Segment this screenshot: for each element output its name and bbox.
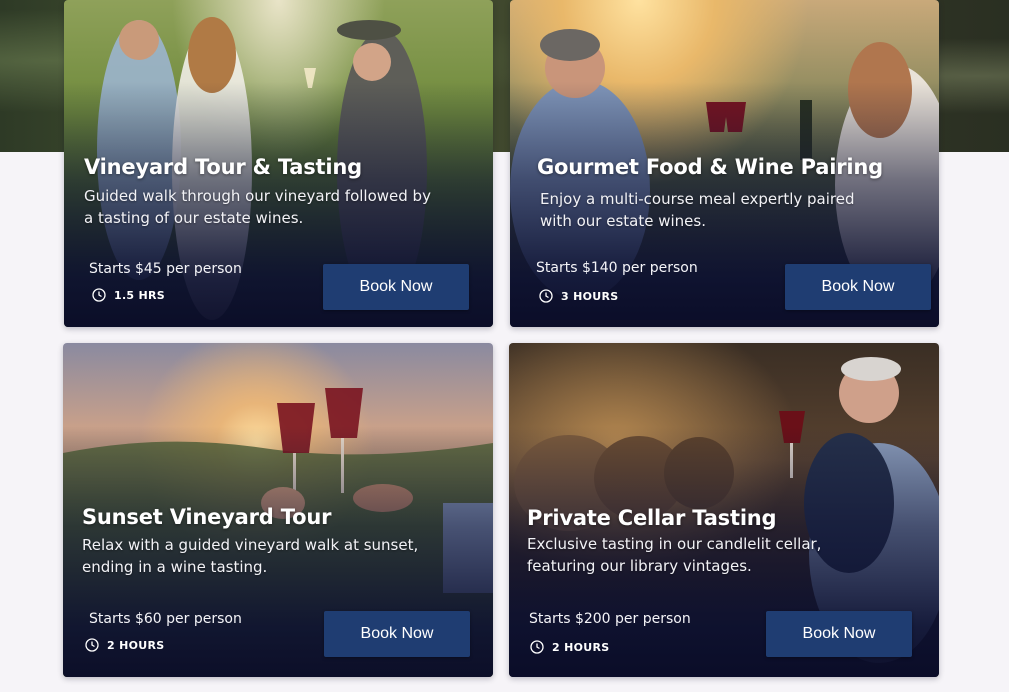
card-title: Vineyard Tour & Tasting xyxy=(84,155,362,179)
card-description-line: Relax with a guided vineyard walk at sun… xyxy=(82,536,419,554)
card-description: Enjoy a multi-course meal expertly paire… xyxy=(540,188,854,232)
card-price: Starts $140 per person xyxy=(536,260,698,276)
card-title: Gourmet Food & Wine Pairing xyxy=(537,155,883,179)
duration-label: 1.5 HRS xyxy=(114,288,166,302)
card-description-line: featuring our library vintages. xyxy=(527,557,752,575)
card-description-line: ending in a wine tasting. xyxy=(82,558,268,576)
card-title: Private Cellar Tasting xyxy=(527,506,777,530)
experience-card-cellar-tasting: Private Cellar Tasting Exclusive tasting… xyxy=(509,343,939,677)
card-price: Starts $60 per person xyxy=(89,611,242,627)
clock-icon xyxy=(530,640,544,654)
card-description-line: a tasting of our estate wines. xyxy=(84,209,304,227)
card-duration: 2 HOURS xyxy=(85,638,164,652)
book-now-button[interactable]: Book Now xyxy=(785,264,931,310)
card-description: Exclusive tasting in our candlelit cella… xyxy=(527,533,821,577)
experience-card-food-pairing: Gourmet Food & Wine Pairing Enjoy a mult… xyxy=(510,0,939,327)
card-duration: 3 HOURS xyxy=(539,289,618,303)
duration-label: 3 HOURS xyxy=(561,289,619,303)
experience-card-vineyard-tour: Vineyard Tour & Tasting Guided walk thro… xyxy=(64,0,493,327)
book-now-button[interactable]: Book Now xyxy=(323,264,469,310)
card-price: Starts $45 per person xyxy=(89,261,242,277)
card-description: Guided walk through our vineyard followe… xyxy=(84,185,431,229)
card-description: Relax with a guided vineyard walk at sun… xyxy=(82,534,418,578)
card-title: Sunset Vineyard Tour xyxy=(82,505,332,529)
card-description-line: with our estate wines. xyxy=(540,212,706,230)
book-now-button[interactable]: Book Now xyxy=(324,611,470,657)
card-description-line: Guided walk through our vineyard followe… xyxy=(84,187,431,205)
clock-icon xyxy=(92,288,106,302)
duration-label: 2 HOURS xyxy=(107,638,165,652)
card-description-line: Enjoy a multi-course meal expertly paire… xyxy=(540,190,855,208)
experience-card-sunset-tour: Sunset Vineyard Tour Relax with a guided… xyxy=(63,343,493,677)
book-now-button[interactable]: Book Now xyxy=(766,611,912,657)
card-price: Starts $200 per person xyxy=(529,611,691,627)
card-description-line: Exclusive tasting in our candlelit cella… xyxy=(527,535,822,553)
clock-icon xyxy=(85,638,99,652)
clock-icon xyxy=(539,289,553,303)
card-duration: 2 HOURS xyxy=(530,640,609,654)
card-duration: 1.5 HRS xyxy=(92,288,165,302)
duration-label: 2 HOURS xyxy=(552,640,610,654)
